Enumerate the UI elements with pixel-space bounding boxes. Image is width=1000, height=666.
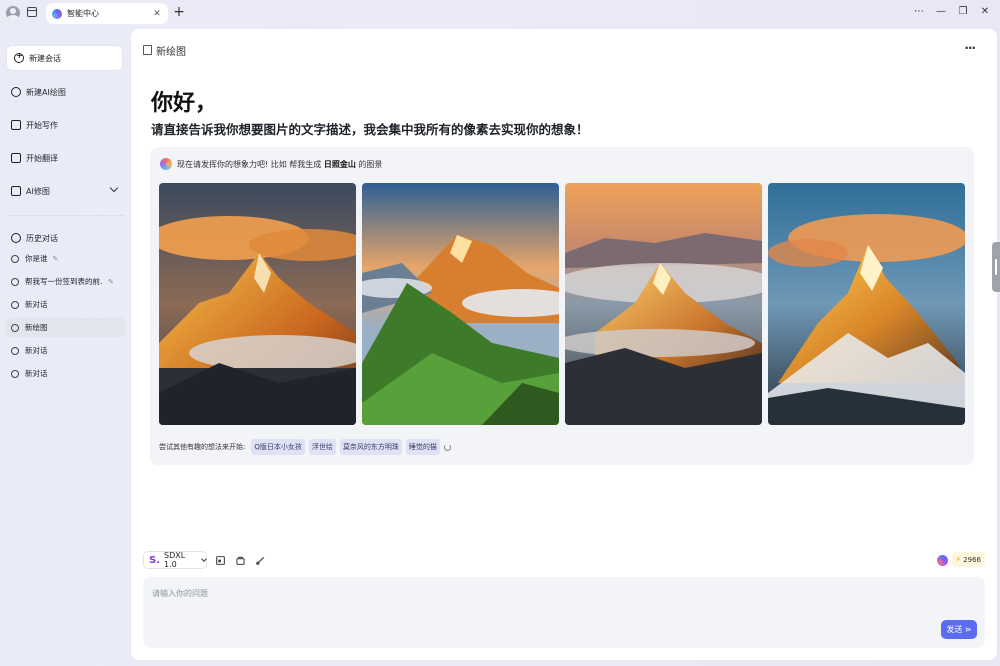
browser-tab[interactable]: 智能中心 ✕ <box>46 3 168 24</box>
history-item[interactable]: 帮我写一份签到表的前... ✎ <box>6 272 125 291</box>
history-title: 历史对话 <box>26 233 58 243</box>
sidebar-item-ai-draw[interactable]: 新建AI绘图 <box>11 84 121 100</box>
sidebar-item-ai-retouch[interactable]: AI修图 <box>11 183 121 199</box>
sidebar: 新建会话 新建AI绘图 开始写作 开始翻译 AI修图 历史对话 你是谁 ✎ 帮我… <box>0 26 130 666</box>
history-item-label: 新对话 <box>25 300 48 309</box>
suggestion-chip[interactable]: Q版日本小女孩 <box>251 439 305 455</box>
history-item[interactable]: 新对话 <box>6 341 125 360</box>
chat-icon <box>11 346 19 355</box>
maximize-icon[interactable]: ❐ <box>956 5 970 19</box>
more-options-icon[interactable]: ··· <box>964 41 976 55</box>
sidebar-item-label: 开始写作 <box>26 120 58 130</box>
try-label: 尝试其他有趣的想法来开始: <box>159 443 246 451</box>
clock-icon <box>11 233 21 243</box>
golden-mountain-image-1[interactable] <box>159 183 356 425</box>
chevron-down-icon <box>201 556 207 562</box>
suggestion-chip[interactable]: 莫奈风的东方明珠 <box>339 439 402 455</box>
send-button[interactable]: 发送 ⋗ <box>941 620 977 639</box>
sidebar-item-label: 新建AI绘图 <box>26 87 66 97</box>
sidebar-item-label: 开始翻译 <box>26 153 58 163</box>
palette-icon <box>11 323 19 332</box>
browser-titlebar: 智能中心 ✕ + ⋯ — ❐ ✕ <box>0 0 1000 26</box>
model-logo-icon: S. <box>149 554 161 566</box>
credits-badge: ⚡ 2966 <box>951 552 985 567</box>
history-item-active[interactable]: 新绘图 <box>6 318 125 337</box>
refresh-icon[interactable] <box>443 443 451 451</box>
model-select[interactable]: S. SDXL 1.0 <box>143 551 207 569</box>
chat-icon <box>11 254 19 263</box>
history-item-label: 帮我写一份签到表的前... <box>25 277 103 286</box>
suggestion-chip[interactable]: 睡觉的猫 <box>405 439 440 455</box>
prompt-prefix: 现在请发挥你的想象力吧! 比如 帮我生成 <box>177 159 322 169</box>
chevron-down-icon[interactable] <box>109 183 119 193</box>
history-item[interactable]: 新对话 <box>6 295 125 314</box>
tab-close-icon[interactable]: ✕ <box>152 9 162 19</box>
minimize-icon[interactable]: — <box>934 5 948 19</box>
close-window-icon[interactable]: ✕ <box>978 5 992 19</box>
page-title: 新绘图 <box>156 47 186 58</box>
bag-icon[interactable] <box>236 556 245 565</box>
example-card: 现在请发挥你的想象力吧! 比如 帮我生成 日照金山 的图景 尝试其他有趣的想法来… <box>150 147 974 465</box>
model-name: SDXL 1.0 <box>164 551 186 569</box>
write-icon <box>11 120 21 130</box>
chat-icon <box>11 277 19 286</box>
pin-icon[interactable]: ✎ <box>108 278 114 286</box>
history-header: 历史对话 <box>11 230 121 246</box>
brush-icon[interactable] <box>256 556 265 565</box>
history-item-label: 你是谁 <box>25 254 48 263</box>
history-item-label: 新绘图 <box>25 323 48 332</box>
sidebar-divider <box>8 215 124 216</box>
side-panel-handle[interactable] <box>992 242 1000 292</box>
tab-favicon-icon <box>52 8 62 19</box>
history-item[interactable]: 你是谁 ✎ <box>6 249 125 268</box>
profile-avatar-icon[interactable] <box>6 6 20 20</box>
browser-menu-icon[interactable]: ⋯ <box>912 5 926 19</box>
sparkle-icon <box>11 87 21 97</box>
golden-mountain-image-3[interactable] <box>565 183 762 425</box>
sidebar-toggle-icon[interactable] <box>27 7 37 17</box>
sidebar-item-translate[interactable]: 开始翻译 <box>11 150 121 166</box>
chat-icon <box>11 369 19 378</box>
aspect-ratio-icon[interactable] <box>216 556 225 565</box>
tab-title: 智能中心 <box>67 9 99 18</box>
new-tab-button[interactable]: + <box>173 4 185 20</box>
golden-mountain-image-2[interactable] <box>362 183 559 425</box>
plus-circle-icon <box>14 51 24 63</box>
sidebar-item-label: AI修图 <box>26 186 50 196</box>
history-item-label: 新对话 <box>25 369 48 378</box>
ai-assistant-icon[interactable] <box>937 555 948 566</box>
new-chat-button[interactable]: 新建会话 <box>6 45 123 71</box>
prompt-example: 现在请发挥你的想象力吧! 比如 帮我生成 日照金山 的图景 <box>160 158 382 170</box>
golden-mountain-image-4[interactable] <box>768 183 965 425</box>
lightning-icon: ⚡ <box>955 555 962 564</box>
greeting-subtitle: 请直接告诉我你想要图片的文字描述，我会集中我所有的像素去实现你的想象！ <box>151 122 589 137</box>
document-icon <box>143 45 152 55</box>
new-chat-label: 新建会话 <box>29 53 61 63</box>
translate-icon <box>11 153 21 163</box>
sidebar-item-write[interactable]: 开始写作 <box>11 117 121 133</box>
greeting-heading: 你好， <box>151 91 218 116</box>
ai-swirl-icon <box>160 158 172 170</box>
history-item-label: 新对话 <box>25 346 48 355</box>
credits-count: 2966 <box>963 555 981 564</box>
suggestion-chip[interactable]: 浮世绘 <box>308 439 336 455</box>
question-input[interactable] <box>152 588 932 628</box>
history-item[interactable]: 新对话 <box>6 364 125 383</box>
chat-icon <box>11 300 19 309</box>
prompt-highlight[interactable]: 日照金山 <box>324 159 356 170</box>
prompt-suffix: 的图景 <box>358 159 383 169</box>
pin-icon[interactable]: ✎ <box>53 255 59 263</box>
main-panel: 新绘图 ··· 你好， 请直接告诉我你想要图片的文字描述，我会集中我所有的像素去… <box>131 29 997 660</box>
input-box: 发送 ⋗ <box>143 577 985 648</box>
suggestion-row: 尝试其他有趣的想法来开始: Q版日本小女孩 浮世绘 莫奈风的东方明珠 睡觉的猫 <box>159 439 451 455</box>
image-edit-icon <box>11 186 21 196</box>
